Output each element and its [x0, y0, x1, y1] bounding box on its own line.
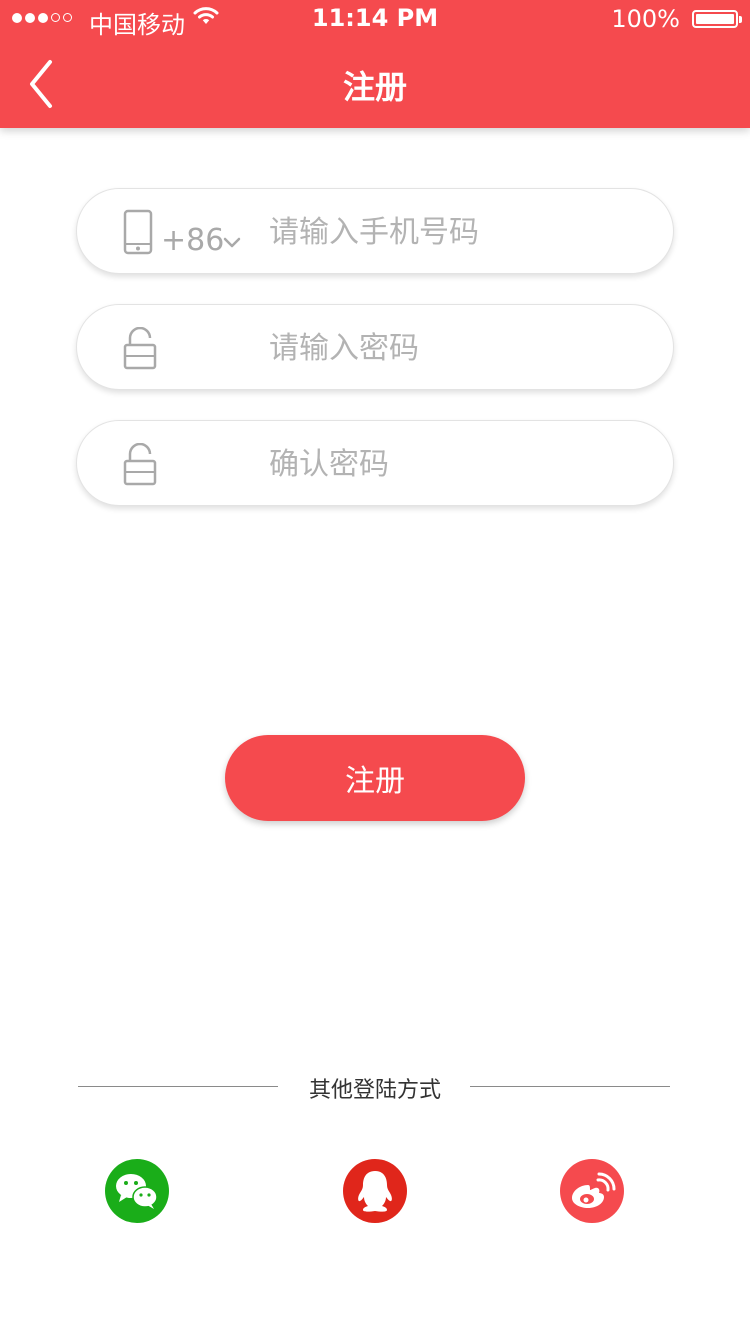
weibo-login-button[interactable]	[560, 1159, 624, 1223]
status-bar: 中国移动 11:14 PM 100%	[0, 0, 750, 40]
country-code[interactable]: +86	[161, 223, 224, 258]
other-login-label: 其他登陆方式	[308, 1078, 441, 1103]
page-title: 注册	[342, 68, 407, 106]
unlock-icon	[123, 443, 157, 486]
confirm-password-field[interactable]	[76, 420, 674, 507]
wechat-icon	[116, 1174, 158, 1209]
phone-field[interactable]: +86	[76, 188, 674, 275]
divider-right	[470, 1086, 670, 1087]
qq-login-button[interactable]	[343, 1159, 407, 1223]
phone-icon	[123, 209, 153, 255]
weibo-icon	[572, 1172, 616, 1208]
app-header: 中国移动 11:14 PM 100% 注册	[0, 0, 750, 128]
unlock-icon	[123, 327, 157, 370]
qq-icon	[358, 1171, 392, 1212]
phone-input[interactable]	[267, 189, 651, 275]
wechat-login-button[interactable]	[105, 1159, 169, 1223]
chevron-down-icon[interactable]	[223, 237, 241, 249]
password-input[interactable]	[267, 305, 651, 391]
password-field[interactable]	[76, 304, 674, 391]
battery-percentage: 100%	[611, 5, 680, 33]
battery-icon	[692, 10, 742, 28]
confirm-password-input[interactable]	[267, 421, 651, 507]
register-button[interactable]: 注册	[225, 735, 525, 821]
